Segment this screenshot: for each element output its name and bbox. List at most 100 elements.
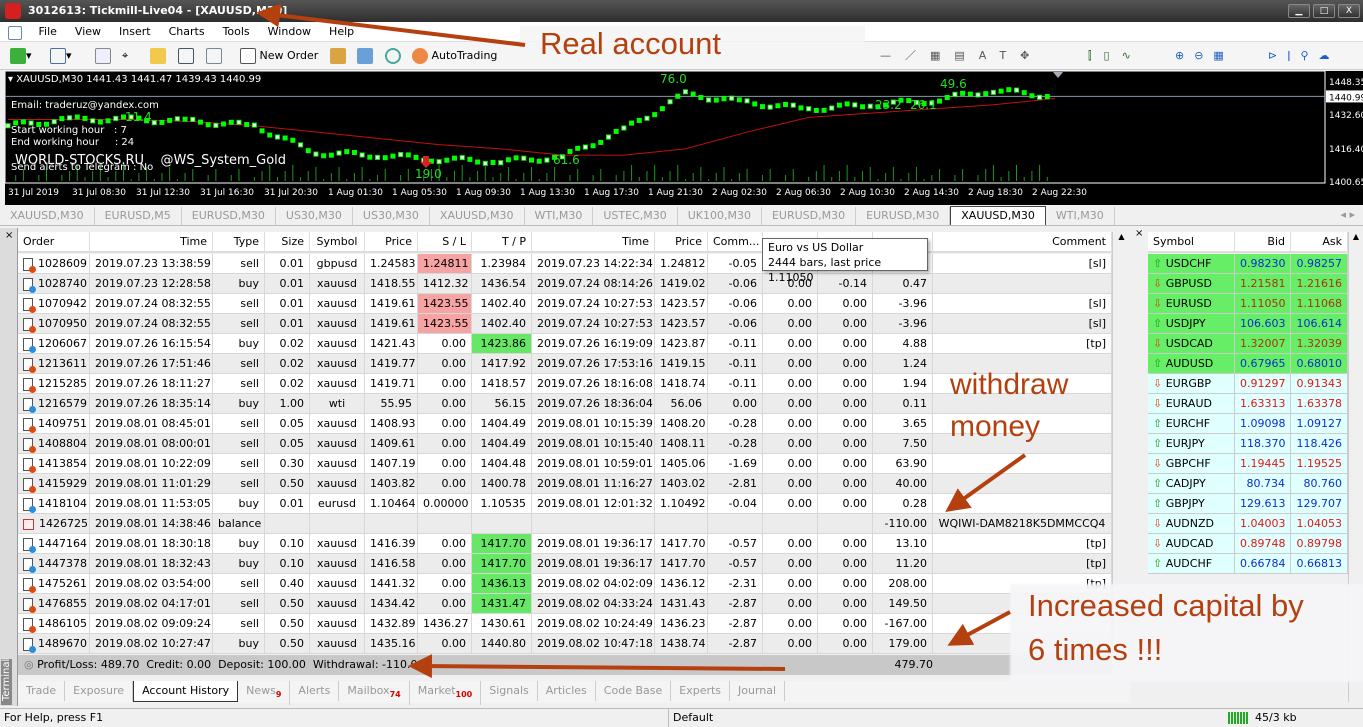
close-market-watch-icon[interactable]: × bbox=[1130, 228, 1148, 248]
table-row[interactable]: 1409751 2019.08.01 08:45:01 sell 0.05 xauusd… bbox=[18, 414, 1112, 434]
chart-tab[interactable]: US30,M30 bbox=[353, 207, 430, 225]
chart-tab[interactable]: UK100,M30 bbox=[678, 207, 762, 225]
menu-view[interactable]: View bbox=[66, 22, 110, 42]
market-watch-row[interactable]: ⇩ AUDNZD 1.04003 1.04053 bbox=[1148, 514, 1348, 534]
market-watch-row[interactable]: ⇩ EURUSD 1.11050 1.11068 bbox=[1148, 294, 1348, 314]
table-row[interactable]: 1206067 2019.07.26 16:15:54 buy 0.02 xauusd 1… bbox=[18, 334, 1112, 354]
crosshair-icon[interactable]: ⌖ bbox=[122, 47, 128, 65]
chart-tab[interactable]: USTEC,M30 bbox=[593, 207, 678, 225]
tester-icon[interactable] bbox=[206, 47, 222, 65]
tab-signals[interactable]: Signals bbox=[481, 681, 538, 701]
market-watch-row[interactable]: ⇧ USDJPY 106.603 106.614 bbox=[1148, 314, 1348, 334]
shift-marker-icon[interactable] bbox=[1053, 72, 1063, 78]
market-watch-row[interactable]: ⇩ USDCAD 1.32007 1.32039 bbox=[1148, 334, 1348, 354]
tab-journal[interactable]: Journal bbox=[730, 681, 786, 701]
market-watch-row[interactable]: ⇧ GBPJPY 129.613 129.707 bbox=[1148, 494, 1348, 514]
table-row[interactable]: 1486105 2019.08.02 09:09:24 sell 0.50 xauusd… bbox=[18, 614, 1112, 634]
chart-tab[interactable]: EURUSD,M30 bbox=[762, 207, 857, 225]
close-button[interactable]: X bbox=[1338, 4, 1360, 18]
table-row[interactable]: 1216579 2019.07.26 18:35:14 buy 1.00 wti 55.9… bbox=[18, 394, 1112, 414]
column-header[interactable]: Symbol bbox=[310, 232, 365, 253]
chart-tab[interactable]: XAUUSD,M30 bbox=[430, 207, 525, 225]
tab-alerts[interactable]: Alerts bbox=[290, 681, 340, 701]
table-row[interactable]: 1489670 2019.08.02 10:27:47 buy 0.50 xauusd 1… bbox=[18, 634, 1112, 654]
signal-icon[interactable] bbox=[385, 47, 401, 65]
tab-trade[interactable]: Trade bbox=[18, 681, 66, 701]
cloud-icon[interactable] bbox=[357, 47, 373, 65]
market-watch-row[interactable]: ⇩ EURGBP 0.91297 0.91343 bbox=[1148, 374, 1348, 394]
drawing-tools[interactable]: —／▦▤AT✥ bbox=[880, 47, 1043, 65]
column-header[interactable]: Time bbox=[90, 232, 213, 253]
chart-type-tools[interactable]: ⫿▯∿ bbox=[1088, 47, 1143, 65]
market-watch-row[interactable]: ⇧ AUDUSD 0.67965 0.68010 bbox=[1148, 354, 1348, 374]
table-row[interactable]: 1415929 2019.08.01 11:01:29 sell 0.50 xauusd… bbox=[18, 474, 1112, 494]
table-row[interactable]: 1215285 2019.07.26 18:11:27 sell 0.02 xauusd… bbox=[18, 374, 1112, 394]
market-watch-row[interactable]: ⇩ EURAUD 1.63313 1.63378 bbox=[1148, 394, 1348, 414]
table-row[interactable]: 1070950 2019.07.24 08:32:55 sell 0.01 xauusd… bbox=[18, 314, 1112, 334]
market-watch-row[interactable]: ⇧ USDCHF 0.98230 0.98257 bbox=[1148, 254, 1348, 274]
column-header[interactable]: Time bbox=[532, 232, 655, 253]
new-order-button[interactable]: New Order bbox=[240, 47, 318, 65]
mw-column-header[interactable]: Symbol bbox=[1148, 232, 1235, 253]
table-row[interactable]: 1028609 2019.07.23 13:38:59 sell 0.01 gbpusd… bbox=[18, 254, 1112, 274]
market-watch-row[interactable]: ⇩ AUDCAD 0.89748 0.89798 bbox=[1148, 534, 1348, 554]
price-chart[interactable]: 31 Jul 2019 31 Jul 08:30 31 Jul 12:30 31 Ju… bbox=[4, 70, 1363, 205]
menu-help[interactable]: Help bbox=[320, 22, 363, 42]
table-row[interactable]: 1447164 2019.08.01 18:30:18 buy 0.10 xauusd 1… bbox=[18, 534, 1112, 554]
table-row[interactable]: 1476855 2019.08.02 04:17:01 sell 0.50 xauusd… bbox=[18, 594, 1112, 614]
metaeditor-icon[interactable] bbox=[330, 47, 346, 65]
chart-tab[interactable]: EURUSD,M5 bbox=[95, 207, 182, 225]
table-row[interactable]: 1213611 2019.07.26 17:51:46 sell 0.02 xauusd… bbox=[18, 354, 1112, 374]
menu-file[interactable]: File bbox=[30, 22, 66, 42]
table-row[interactable]: 1418104 2019.08.01 11:53:05 buy 0.01 eurusd 1… bbox=[18, 494, 1112, 514]
menu-insert[interactable]: Insert bbox=[110, 22, 160, 42]
profiles-icon[interactable]: ▾ bbox=[50, 47, 72, 65]
chart-tab[interactable]: EURUSD,M30 bbox=[856, 207, 951, 225]
column-header[interactable]: S / L bbox=[418, 232, 472, 253]
column-header[interactable]: T / P bbox=[472, 232, 532, 253]
menu-window[interactable]: Window bbox=[259, 22, 320, 42]
chart-tab[interactable]: WTI,M30 bbox=[1046, 207, 1115, 225]
tab-scroll-arrows[interactable]: ◂ ▸ bbox=[1340, 208, 1355, 221]
chart-tab[interactable]: EURUSD,M30 bbox=[182, 207, 276, 225]
menu-charts[interactable]: Charts bbox=[160, 22, 214, 42]
mw-column-header[interactable]: Ask bbox=[1291, 232, 1348, 253]
table-row[interactable]: 1475261 2019.08.02 03:54:00 sell 0.40 xauusd… bbox=[18, 574, 1112, 594]
table-row[interactable]: 1408804 2019.08.01 08:00:01 sell 0.05 xauusd… bbox=[18, 434, 1112, 454]
chart-tab[interactable]: XAUUSD,M30 bbox=[950, 206, 1046, 225]
tab-code-base[interactable]: Code Base bbox=[596, 681, 672, 701]
tab-experts[interactable]: Experts bbox=[671, 681, 731, 701]
table-row[interactable]: 1028740 2019.07.23 12:28:58 buy 0.01 xauusd 1… bbox=[18, 274, 1112, 294]
table-row[interactable]: 1413854 2019.08.01 10:22:09 sell 0.30 xauusd… bbox=[18, 454, 1112, 474]
market-watch-icon[interactable] bbox=[95, 47, 111, 65]
menu-tools[interactable]: Tools bbox=[214, 22, 259, 42]
tab-news[interactable]: News9 bbox=[238, 681, 291, 706]
market-watch-row[interactable]: ⇩ GBPUSD 1.21581 1.21616 bbox=[1148, 274, 1348, 294]
minimize-button[interactable]: ▁ bbox=[1288, 4, 1310, 18]
column-header[interactable]: Price bbox=[365, 232, 418, 253]
column-header[interactable]: Comm... bbox=[708, 232, 763, 253]
column-header[interactable]: Comment bbox=[933, 232, 1112, 253]
chart-tab[interactable]: XAUUSD,M30 bbox=[0, 207, 95, 225]
autotrading-button[interactable]: AutoTrading bbox=[412, 47, 497, 65]
table-row[interactable]: 1426725 2019.08.01 14:38:46 balance -110.00… bbox=[18, 514, 1112, 534]
column-header[interactable]: Size bbox=[265, 232, 310, 253]
market-watch-row[interactable]: ⇧ AUDCHF 0.66784 0.66813 bbox=[1148, 554, 1348, 574]
tab-market[interactable]: Market100 bbox=[410, 681, 482, 706]
column-header[interactable]: Price bbox=[655, 232, 708, 253]
column-header[interactable]: Type bbox=[213, 232, 265, 253]
table-row[interactable]: 1070942 2019.07.24 08:32:55 sell 0.01 xauusd… bbox=[18, 294, 1112, 314]
maximize-button[interactable]: □ bbox=[1313, 4, 1335, 18]
navigator-icon[interactable] bbox=[150, 47, 166, 65]
navigation-tools[interactable]: ⊳ǀ⚲☁ bbox=[1268, 47, 1340, 65]
tab-exposure[interactable]: Exposure bbox=[65, 681, 134, 701]
terminal-icon[interactable] bbox=[178, 47, 194, 65]
market-watch-row[interactable]: ⇧ EURJPY 118.370 118.426 bbox=[1148, 434, 1348, 454]
tab-account-history[interactable]: Account History bbox=[133, 681, 239, 702]
mw-column-header[interactable]: Bid bbox=[1235, 232, 1291, 253]
new-chart-icon[interactable]: ▾ bbox=[10, 47, 32, 65]
close-terminal-icon[interactable]: × bbox=[5, 230, 13, 241]
tab-mailbox[interactable]: Mailbox74 bbox=[339, 681, 410, 706]
tab-articles[interactable]: Articles bbox=[538, 681, 596, 701]
column-header[interactable]: Order bbox=[18, 232, 90, 253]
